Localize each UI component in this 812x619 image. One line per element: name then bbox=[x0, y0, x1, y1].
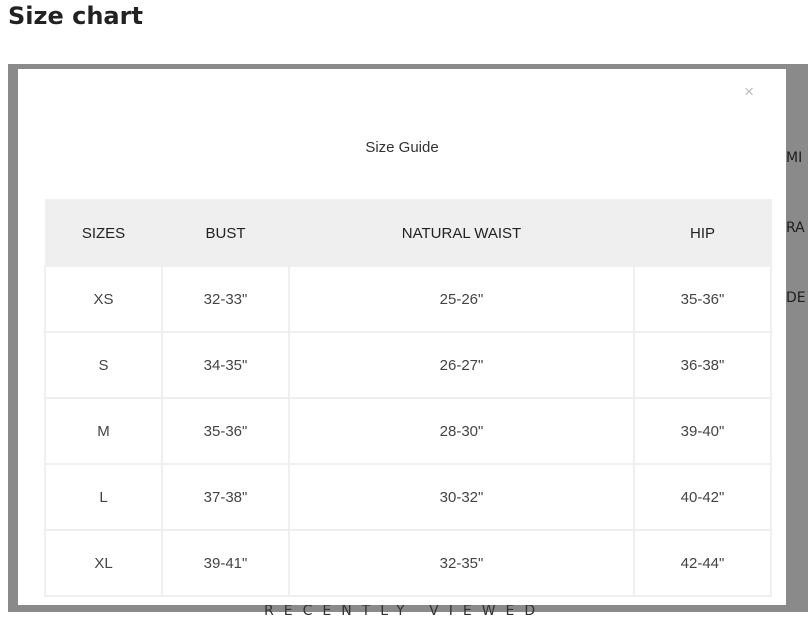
cell-bust: 35-36" bbox=[161, 398, 290, 465]
cell-bust: 37-38" bbox=[161, 464, 290, 531]
table-row: XS 32-33" 25-26" 35-36" bbox=[44, 266, 772, 333]
size-guide-modal: × Size Guide SIZES BUST NATURAL WAIST HI… bbox=[18, 69, 786, 605]
cell-size: XS bbox=[44, 266, 163, 333]
table-row: M 35-36" 28-30" 39-40" bbox=[44, 398, 772, 465]
page-title: Size chart bbox=[8, 2, 143, 30]
cell-hip: 39-40" bbox=[633, 398, 772, 465]
cell-hip: 40-42" bbox=[633, 464, 772, 531]
header-hip: HIP bbox=[633, 199, 772, 267]
cell-size: XL bbox=[44, 530, 163, 597]
cell-waist: 26-27" bbox=[288, 332, 635, 399]
cell-hip: 36-38" bbox=[633, 332, 772, 399]
table-row: L 37-38" 30-32" 40-42" bbox=[44, 464, 772, 531]
table-row: XL 39-41" 32-35" 42-44" bbox=[44, 530, 772, 597]
cell-waist: 32-35" bbox=[288, 530, 635, 597]
cell-hip: 42-44" bbox=[633, 530, 772, 597]
cell-size: M bbox=[44, 398, 163, 465]
header-bust: BUST bbox=[161, 199, 290, 267]
cell-size: L bbox=[44, 464, 163, 531]
size-table: SIZES BUST NATURAL WAIST HIP XS 32-33" 2… bbox=[44, 199, 772, 597]
cell-bust: 32-33" bbox=[161, 266, 290, 333]
table-row: S 34-35" 26-27" 36-38" bbox=[44, 332, 772, 399]
background-text-fragment: MI bbox=[786, 150, 803, 166]
cell-bust: 34-35" bbox=[161, 332, 290, 399]
background-text-fragment: DE bbox=[786, 290, 806, 306]
cell-waist: 28-30" bbox=[288, 398, 635, 465]
cell-waist: 30-32" bbox=[288, 464, 635, 531]
close-icon[interactable]: × bbox=[744, 83, 754, 100]
cell-waist: 25-26" bbox=[288, 266, 635, 333]
recently-viewed-heading: RECENTLY VIEWED bbox=[264, 603, 546, 619]
cell-size: S bbox=[44, 332, 163, 399]
header-sizes: SIZES bbox=[44, 199, 163, 267]
modal-title: Size Guide bbox=[365, 139, 439, 156]
header-natural-waist: NATURAL WAIST bbox=[288, 199, 635, 267]
cell-hip: 35-36" bbox=[633, 266, 772, 333]
table-header-row: SIZES BUST NATURAL WAIST HIP bbox=[44, 199, 772, 267]
background-text-fragment: RA bbox=[786, 220, 805, 236]
cell-bust: 39-41" bbox=[161, 530, 290, 597]
